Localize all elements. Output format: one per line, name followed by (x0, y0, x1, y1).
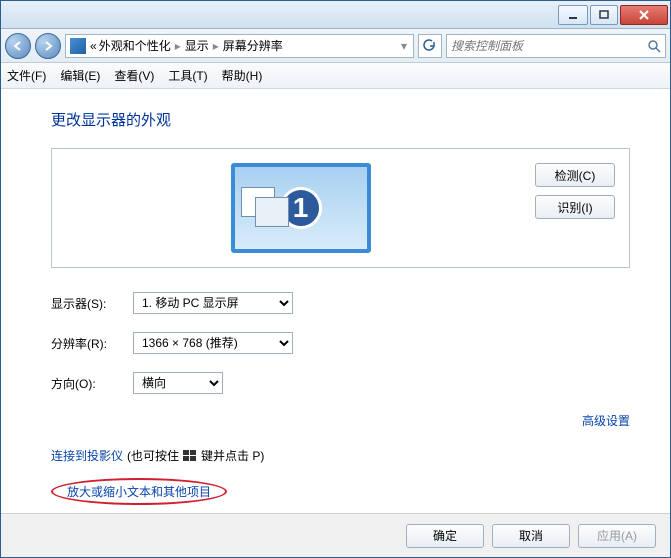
identify-button[interactable]: 识别(I) (535, 195, 615, 219)
resolution-row: 分辨率(R): 1366 × 768 (推荐) (51, 332, 630, 354)
navbar: « 外观和个性化 ▸ 显示 ▸ 屏幕分辨率 ▾ (1, 29, 670, 63)
projector-hint-post: 键并点击 P) (201, 447, 264, 464)
zoom-text-link[interactable]: 放大或缩小文本和其他项目 (67, 485, 211, 499)
controlpanel-icon (70, 38, 86, 54)
display-select[interactable]: 1. 移动 PC 显示屏 (133, 292, 293, 314)
monitor-1[interactable]: 1 (231, 163, 371, 253)
monitor-preview-area: 1 检测(C) 识别(I) (51, 148, 630, 268)
search-input[interactable] (451, 39, 647, 53)
chevron-down-icon[interactable]: ▾ (399, 39, 409, 53)
search-icon (647, 39, 661, 53)
orientation-row: 方向(O): 横向 (51, 372, 630, 394)
refresh-button[interactable] (418, 34, 442, 58)
advanced-settings-link[interactable]: 高级设置 (582, 414, 630, 428)
apply-button[interactable]: 应用(A) (578, 524, 656, 548)
display-row: 显示器(S): 1. 移动 PC 显示屏 (51, 292, 630, 314)
orientation-select[interactable]: 横向 (133, 372, 223, 394)
monitor-buttons: 检测(C) 识别(I) (535, 163, 615, 219)
footer: 确定 取消 应用(A) (1, 513, 670, 557)
advanced-link-row: 高级设置 (51, 412, 630, 429)
menu-view[interactable]: 查看(V) (114, 67, 154, 84)
breadcrumb-item[interactable]: 显示 (185, 37, 209, 54)
connect-projector-link[interactable]: 连接到投影仪 (51, 447, 123, 464)
breadcrumb-prefix: « (90, 39, 97, 53)
monitor-preview: 1 (66, 163, 535, 253)
content-area: 更改显示器的外观 1 检测(C) 识别(I) 显示器(S): 1. 移动 PC … (1, 89, 670, 513)
chevron-right-icon: ▸ (211, 39, 221, 53)
chevron-right-icon: ▸ (173, 39, 183, 53)
desktop-thumbnail (241, 187, 291, 231)
page-title: 更改显示器的外观 (51, 109, 630, 130)
menubar: 文件(F) 编辑(E) 查看(V) 工具(T) 帮助(H) (1, 63, 670, 89)
search-box[interactable] (446, 34, 666, 58)
cancel-button[interactable]: 取消 (492, 524, 570, 548)
menu-help[interactable]: 帮助(H) (222, 67, 263, 84)
detect-button[interactable]: 检测(C) (535, 163, 615, 187)
zoom-text-row: 放大或缩小文本和其他项目 (51, 478, 630, 505)
resolution-select[interactable]: 1366 × 768 (推荐) (133, 332, 293, 354)
projector-hint-pre: (也可按住 (127, 447, 179, 464)
display-label: 显示器(S): (51, 295, 133, 312)
breadcrumb-item[interactable]: 屏幕分辨率 (223, 37, 283, 54)
nav-forward-button[interactable] (35, 33, 61, 59)
projector-row: 连接到投影仪 (也可按住 键并点击 P) (51, 447, 630, 464)
resolution-label: 分辨率(R): (51, 335, 133, 352)
windows-key-icon (183, 450, 197, 462)
menu-tools[interactable]: 工具(T) (168, 67, 207, 84)
control-panel-window: « 外观和个性化 ▸ 显示 ▸ 屏幕分辨率 ▾ 文件(F) 编辑(E) 查看(V… (0, 0, 671, 558)
menu-edit[interactable]: 编辑(E) (60, 67, 100, 84)
breadcrumb[interactable]: « 外观和个性化 ▸ 显示 ▸ 屏幕分辨率 ▾ (65, 34, 414, 58)
maximize-button[interactable] (590, 5, 618, 25)
close-button[interactable] (620, 5, 668, 25)
orientation-label: 方向(O): (51, 375, 133, 392)
breadcrumb-item[interactable]: 外观和个性化 (99, 37, 171, 54)
minimize-button[interactable] (558, 5, 588, 25)
titlebar (1, 1, 670, 29)
menu-file[interactable]: 文件(F) (7, 67, 46, 84)
ok-button[interactable]: 确定 (406, 524, 484, 548)
nav-back-button[interactable] (5, 33, 31, 59)
highlight-circle: 放大或缩小文本和其他项目 (51, 478, 227, 505)
